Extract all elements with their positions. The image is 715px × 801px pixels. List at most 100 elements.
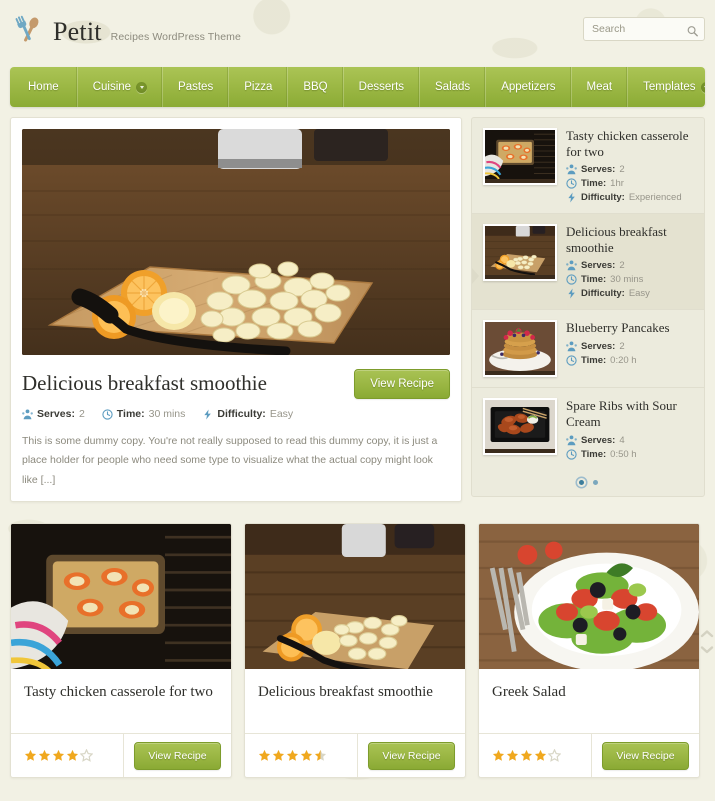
card-view-recipe-button[interactable]: View Recipe	[134, 741, 221, 770]
star-full-icon	[24, 750, 37, 761]
sidebar-recipe-body: Delicious breakfast smoothie Serves: 2 T…	[566, 224, 694, 299]
meta-label: Time:	[581, 274, 607, 286]
clock-icon	[566, 178, 577, 189]
carousel-dot[interactable]	[578, 479, 584, 485]
star-full-icon	[52, 750, 65, 761]
featured-view-recipe-button[interactable]: View Recipe	[354, 369, 450, 399]
featured-meta-item: Difficulty: Easy	[202, 408, 293, 420]
nav-item-meat[interactable]: Meat	[572, 67, 629, 107]
sidebar-meta-item: Serves: 2	[566, 260, 694, 271]
featured-recipe-image[interactable]	[22, 129, 450, 355]
sidebar-meta-item: Difficulty: Experienced	[566, 192, 694, 203]
brand-block[interactable]: Petit Recipes WordPress Theme	[10, 12, 241, 46]
serves-icon	[566, 164, 577, 175]
meta-label: Serves:	[581, 340, 616, 352]
nav-item-pizza[interactable]: Pizza	[229, 67, 289, 107]
card-view-recipe-button[interactable]: View Recipe	[368, 741, 455, 770]
meta-value: 30 mins	[148, 408, 186, 420]
nav-item-pastes[interactable]: Pastes	[163, 67, 230, 107]
page-root: Petit Recipes WordPress Theme Home Cuisi…	[0, 0, 715, 779]
recipe-card: Delicious breakfast smoothie View Recipe	[244, 523, 466, 779]
meta-value: 0:20 h	[610, 354, 637, 366]
nav-item-label: Salads	[435, 81, 471, 93]
serves-icon	[566, 260, 577, 271]
nav-item-label: Pizza	[244, 81, 273, 93]
recipe-card-title: Greek Salad	[492, 684, 566, 701]
sidebar-recipe-title: Delicious breakfast smoothie	[566, 224, 667, 255]
sidebar-recipe-thumbnail[interactable]	[483, 128, 557, 185]
sidebar-meta-item: Serves: 2	[566, 341, 694, 352]
meta-value: 2	[78, 408, 85, 420]
meta-value: Easy	[628, 288, 650, 300]
serves-icon	[566, 435, 577, 445]
search-container	[583, 17, 705, 41]
recipe-card-image[interactable]	[479, 524, 699, 670]
recipe-card: Greek Salad View Recipe	[478, 523, 700, 779]
sidebar-recipe-thumbnail[interactable]	[483, 398, 557, 456]
nav-item-cuisine[interactable]: Cuisine	[78, 67, 164, 107]
bolt-icon	[204, 409, 212, 419]
star-full-icon	[258, 750, 271, 761]
nav-item-bbq[interactable]: BBQ	[288, 67, 344, 107]
meta-label: Serves:	[581, 434, 616, 446]
sidebar-recipe-thumbnail[interactable]	[483, 224, 557, 282]
carousel-dot[interactable]	[592, 479, 598, 485]
nav-item-appetizers[interactable]: Appetizers	[486, 67, 572, 107]
star-half-icon	[314, 750, 327, 761]
scroll-navigation	[700, 625, 714, 654]
star-full-icon	[520, 750, 533, 761]
meta-label: Difficulty:	[581, 288, 625, 300]
star-full-icon	[66, 750, 79, 761]
carousel-pagination	[472, 470, 704, 496]
sidebar-meta-item: Time: 0:50 h	[566, 449, 694, 460]
meta-value: Easy	[269, 408, 294, 420]
meta-value: 0:50 h	[610, 448, 637, 460]
site-tagline: Recipes WordPress Theme	[110, 31, 241, 43]
meta-label: Difficulty:	[217, 408, 266, 420]
carousel-pointer-icon	[472, 268, 479, 284]
meta-label: Difficulty:	[581, 192, 625, 204]
nav-item-label: Meat	[586, 81, 613, 93]
star-full-icon	[272, 750, 285, 761]
sidebar-recipe-title: Spare Ribs with Sour Cream	[566, 398, 677, 429]
nav-item-label: BBQ	[303, 81, 328, 93]
chevron-down-icon[interactable]	[136, 81, 148, 93]
meta-value: 2	[619, 164, 625, 176]
sidebar-recipe-thumbnail[interactable]	[483, 320, 557, 378]
chevron-down-icon[interactable]	[700, 81, 705, 93]
site-header: Petit Recipes WordPress Theme	[0, 0, 715, 58]
chevron-down-icon[interactable]	[700, 641, 714, 654]
nav-item-home[interactable]: Home	[10, 67, 78, 107]
content-row: Delicious breakfast smoothie View Recipe…	[10, 117, 705, 503]
nav-item-label: Home	[28, 81, 59, 93]
card-view-recipe-button[interactable]: View Recipe	[602, 741, 689, 770]
star-full-icon	[38, 750, 51, 761]
serves-icon	[22, 409, 33, 419]
nav-item-templates[interactable]: Templates	[628, 67, 705, 107]
meta-label: Serves:	[581, 260, 616, 272]
nav-item-label: Appetizers	[501, 81, 556, 93]
meta-label: Time:	[581, 448, 607, 460]
chevron-up-icon[interactable]	[700, 625, 714, 638]
recipe-card: Tasty chicken casserole for two View Rec…	[10, 523, 232, 779]
nav-item-desserts[interactable]: Desserts	[344, 67, 421, 107]
rating-stars[interactable]	[11, 734, 124, 778]
recipe-card-image[interactable]	[245, 524, 465, 670]
sidebar-recipe-item[interactable]: Delicious breakfast smoothie Serves: 2 T…	[472, 214, 704, 311]
nav-item-salads[interactable]: Salads	[420, 67, 487, 107]
rating-stars[interactable]	[245, 734, 358, 778]
recipe-card-image[interactable]	[11, 524, 231, 670]
meta-value: 2	[619, 260, 625, 272]
sidebar-recipe-item[interactable]: Blueberry Pancakes Serves: 2 Time: 0:20 …	[472, 310, 704, 389]
sidebar-meta-item: Serves: 2	[566, 164, 694, 175]
recipe-card-grid: Tasty chicken casserole for two View Rec…	[10, 523, 705, 779]
sidebar-recipe-item[interactable]: Spare Ribs with Sour Cream Serves: 4 Tim…	[472, 388, 704, 469]
sidebar-meta-item: Time: 30 mins	[566, 274, 694, 285]
search-icon[interactable]	[687, 24, 698, 37]
meta-value: 1hr	[610, 178, 624, 190]
featured-header: Delicious breakfast smoothie View Recipe	[22, 369, 450, 399]
sidebar-recipe-item[interactable]: Tasty chicken casserole for two Serves: …	[472, 118, 704, 215]
rating-stars[interactable]	[479, 734, 592, 778]
clock-icon	[566, 355, 577, 366]
recipe-card-title: Delicious breakfast smoothie	[258, 684, 433, 701]
